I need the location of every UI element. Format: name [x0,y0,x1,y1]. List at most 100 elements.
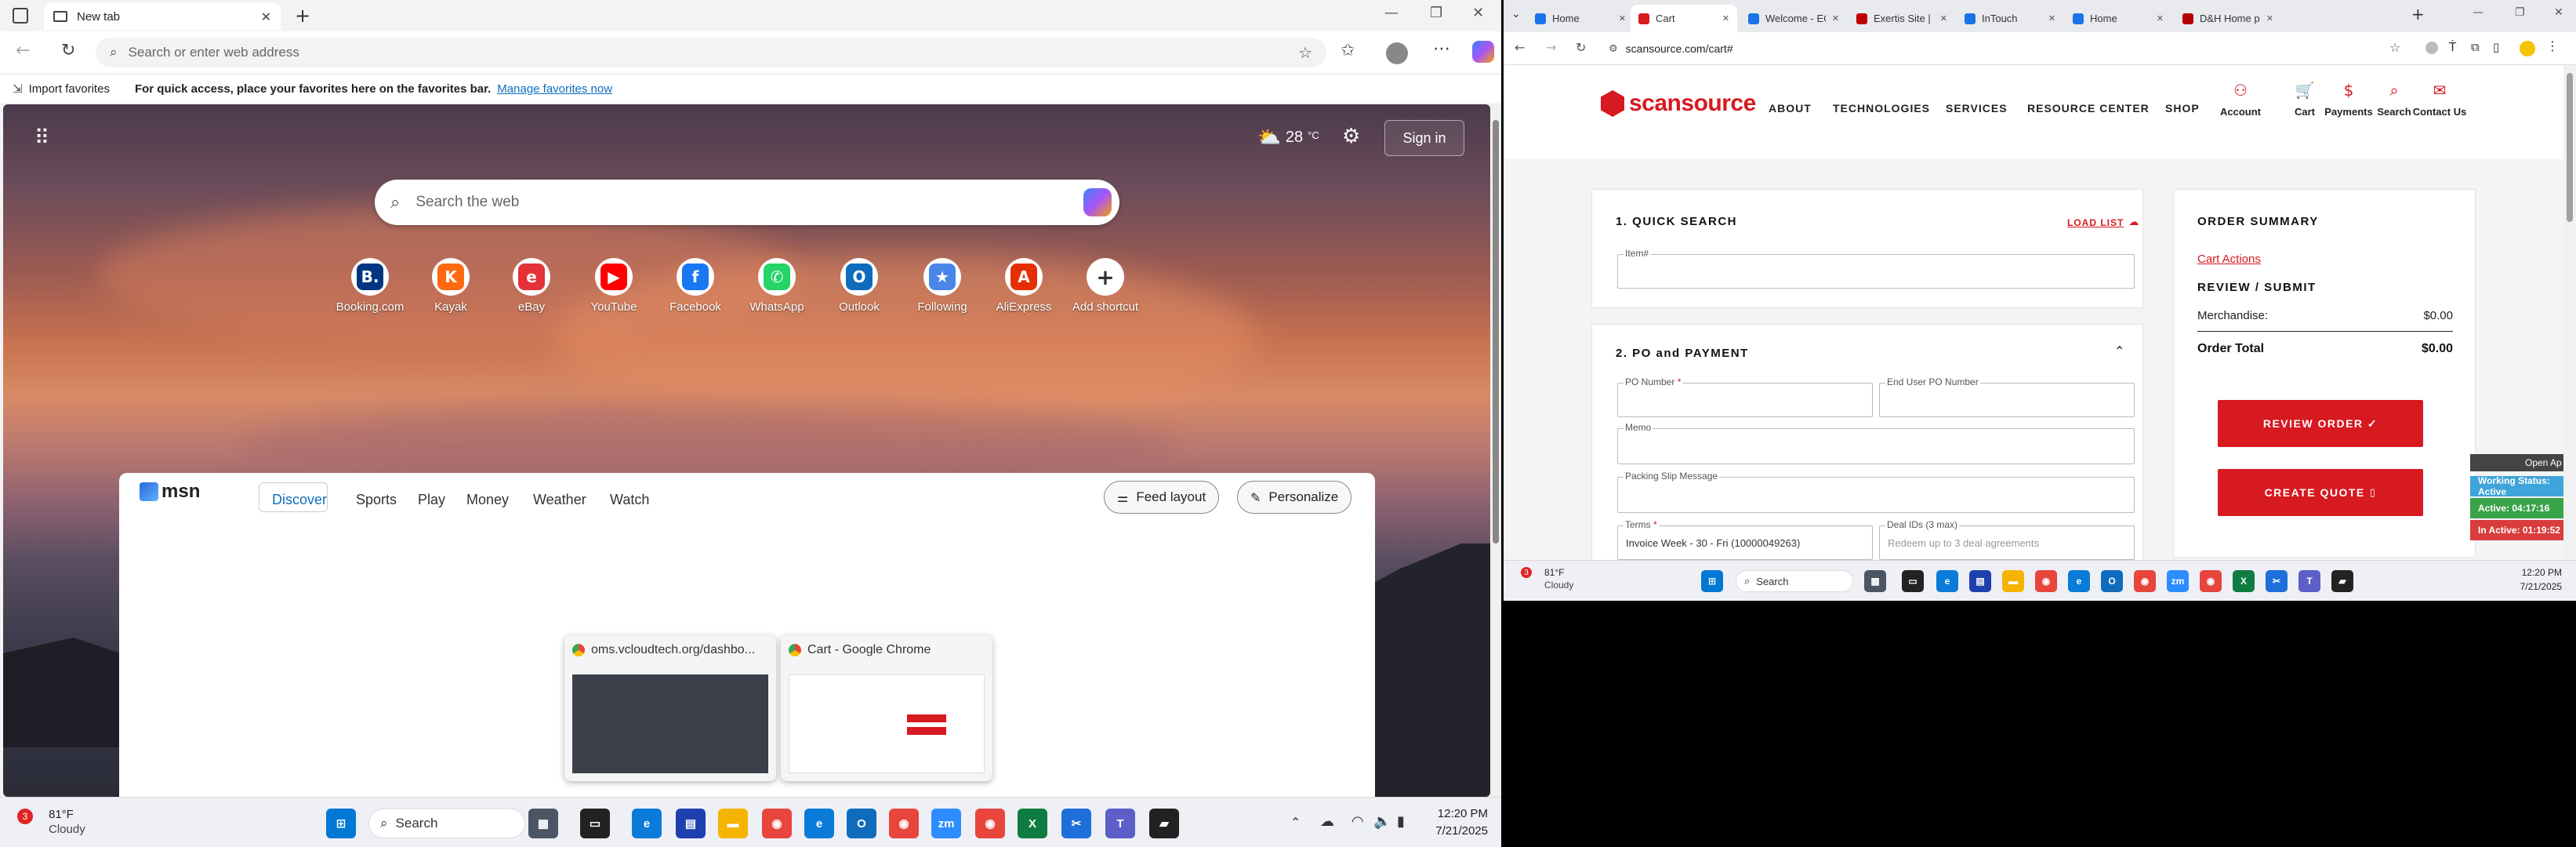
scrollbar-thumb[interactable] [2567,73,2573,222]
site-info-icon[interactable]: ⚙ [1609,43,1618,55]
shortcut-whatsapp[interactable]: ✆ WhatsApp [738,258,816,314]
window-close-icon[interactable]: ✕ [1472,5,1484,21]
review-order-button[interactable]: REVIEW ORDER ✓ [2218,400,2423,447]
clock-time[interactable]: 12:20 PM [2499,567,2562,578]
utility-account[interactable]: ⚇ Account [2209,81,2272,118]
excel-icon[interactable]: X [1018,809,1047,838]
taskbar-preview-oms[interactable]: oms.vcloudtech.org/dashbo... [564,635,776,781]
settings-gear-icon[interactable]: ⚙ [1342,125,1360,148]
tab-sports[interactable]: Sports [356,492,397,508]
bookmark-star-icon[interactable]: ☆ [2389,40,2400,55]
clock-time[interactable]: 12:20 PM [1433,807,1488,820]
minimize-icon[interactable]: — [1384,5,1399,21]
more-options-icon[interactable]: ⋯ [1433,39,1450,59]
file-explorer-icon[interactable]: ▬ [718,809,748,838]
shortcut-outlook[interactable]: O Outlook [820,258,898,314]
nav-technologies[interactable]: TECHNOLOGIES [1833,102,1930,115]
workspace-icon[interactable] [13,8,28,24]
close-icon[interactable]: ✕ [1619,13,1626,24]
copilot-icon[interactable] [1083,188,1112,216]
edge-icon[interactable]: e [1936,570,1958,592]
packing-slip-textarea[interactable]: Packing Slip Message [1617,471,2135,513]
task-view-icon[interactable]: ▭ [580,809,610,838]
po-number-input[interactable]: PO Number * [1617,376,1873,417]
window-close-icon[interactable]: ✕ [2554,6,2563,19]
browser-tab-3[interactable]: Welcome - ECExp ✕ [1740,5,1847,32]
close-icon[interactable]: ✕ [2266,13,2273,24]
close-icon[interactable]: ✕ [1722,13,1729,24]
import-favorites-button[interactable]: Import favorites [29,82,110,96]
weather-widget[interactable]: ⛅ 28 °C [1257,126,1319,148]
outlook-icon[interactable]: O [847,809,876,838]
forward-icon[interactable]: → [1546,40,1556,55]
browser-tab-1[interactable]: Home ✕ [1527,5,1634,32]
feed-layout-button[interactable]: ⚌ Feed layout [1104,481,1220,514]
excel-icon[interactable]: X [2233,570,2255,592]
shortcut-ebay[interactable]: e eBay [492,258,571,314]
new-tab-plus-icon[interactable]: + [2411,5,2425,24]
new-tab-plus-icon[interactable]: + [295,5,310,27]
memo-textarea[interactable]: Memo [1617,422,2135,464]
address-bar[interactable]: ⚙ scansource.com/cart# [1601,37,2385,60]
sticky-notes-icon[interactable]: ▰ [1149,809,1179,838]
back-icon[interactable]: ← [1515,40,1525,55]
onedrive-icon[interactable]: ☁ [1320,813,1334,830]
copilot-icon[interactable] [1472,41,1494,63]
volume-icon[interactable]: 🔈 [1373,813,1391,830]
clock-date[interactable]: 7/21/2025 [1433,824,1488,838]
teams-icon[interactable]: T [1105,809,1135,838]
back-icon[interactable]: ← [16,41,30,60]
browser-tab-7[interactable]: D&H Home page ✕ [2175,5,2281,32]
taskbar-weather[interactable]: 3 81°F Cloudy [1513,565,1584,597]
tab-new-tab[interactable]: New tab ✕ [44,3,281,30]
calculator-icon[interactable]: ▤ [676,809,706,838]
refresh-icon[interactable]: ↻ [1576,40,1586,55]
shortcut-booking-com[interactable]: B. Booking.com [331,258,409,314]
tab-search-chevron-icon[interactable]: ⌄ [1511,8,1521,20]
tab-discover[interactable]: Discover [272,492,327,508]
minimize-icon[interactable]: — [2473,6,2483,19]
end-user-po-input[interactable]: End User PO Number [1879,376,2135,417]
widgets-icon[interactable]: ▦ [1864,570,1886,592]
outlook-icon[interactable]: O [2101,570,2123,592]
edge-active-icon[interactable]: e [2068,570,2090,592]
scansource-logo[interactable]: scansource [1601,90,1756,117]
teams-icon[interactable]: T [2298,570,2320,592]
snipping-tool-icon[interactable]: ✂ [2266,570,2288,592]
taskbar-search[interactable]: ⌕ Search [1736,570,1853,592]
profile-avatar[interactable] [1386,42,1408,64]
zoom-icon[interactable]: zm [931,809,961,838]
windows-start-icon[interactable]: ⊞ [326,809,356,838]
item-number-input[interactable]: Item# [1617,248,2135,289]
shortcut-following[interactable]: ★ Following [903,258,981,314]
shortcut-youtube[interactable]: ▶ YouTube [575,258,653,314]
close-icon[interactable]: ✕ [2048,13,2055,24]
nav-shop[interactable]: SHOP [2165,102,2200,115]
shortcut-facebook[interactable]: f Facebook [656,258,735,314]
calculator-icon[interactable]: ▤ [1969,570,1991,592]
nav-services[interactable]: SERVICES [1946,102,2008,115]
cart-actions-link[interactable]: Cart Actions [2197,253,2261,266]
close-icon[interactable]: ✕ [1940,13,1947,24]
msn-logo[interactable]: msn [140,481,200,503]
browser-tab-4[interactable]: Exertis Site | Ho ✕ [1849,5,1955,32]
favorites-icon[interactable]: ✩ [1341,41,1355,60]
favorite-star-icon[interactable]: ☆ [1298,43,1312,62]
chevron-up-icon[interactable]: ⌃ [1290,815,1301,830]
browser-tab-5[interactable]: InTouch ✕ [1957,5,2063,32]
open-app-tab[interactable]: Open Ap [2470,454,2563,471]
windows-start-icon[interactable]: ⊞ [1701,570,1723,592]
terms-select[interactable]: Terms * Invoice Week - 30 - Fri (1000004… [1617,519,1873,560]
create-quote-button[interactable]: CREATE QUOTE ▯ [2218,469,2423,516]
shortcut-aliexpress[interactable]: A AliExpress [985,258,1063,314]
file-explorer-icon[interactable]: ▬ [2002,570,2024,592]
tab-weather[interactable]: Weather [533,492,586,508]
personalize-button[interactable]: ✎ Personalize [1237,481,1352,514]
more-options-icon[interactable]: ⋮ [2546,38,2559,53]
profile-avatar[interactable] [2520,41,2535,56]
snipping-tool-icon[interactable]: ✂ [1061,809,1091,838]
browser-tab-6[interactable]: Home ✕ [2065,5,2171,32]
sidepanel-icon[interactable]: ▯ [2493,40,2499,54]
clock-date[interactable]: 7/21/2025 [2499,581,2562,592]
wifi-icon[interactable]: ◠ [1351,813,1364,830]
